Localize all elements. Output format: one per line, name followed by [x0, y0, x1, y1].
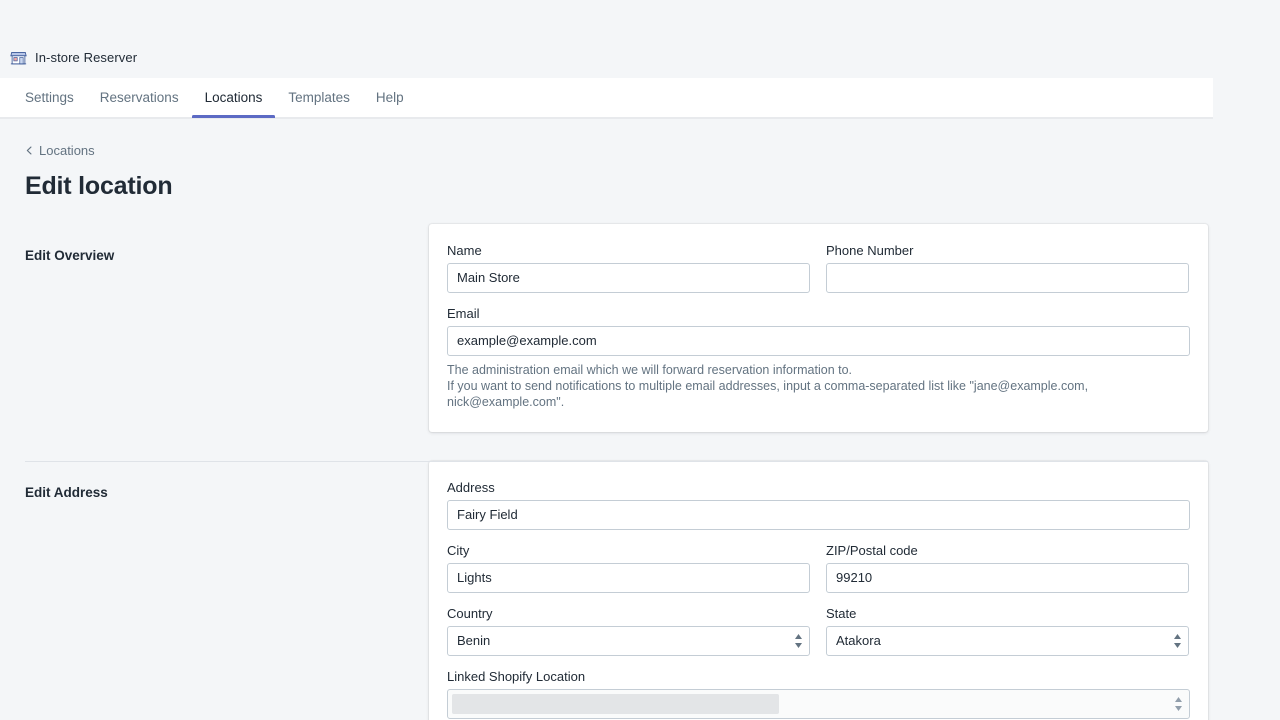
tab-label: Templates	[288, 90, 350, 105]
city-label: City	[447, 542, 470, 558]
country-select[interactable]: Benin	[447, 625, 810, 656]
field-city: City	[447, 543, 810, 593]
app-identity: In-store Reserver	[10, 49, 137, 66]
tab-label: Help	[375, 90, 404, 105]
overview-card: Name Phone Number Email The administrati…	[429, 223, 1208, 432]
address-row-1: Address	[447, 480, 1190, 530]
page-body: Locations Edit location Edit Overview Na…	[0, 118, 1280, 720]
tab-reservations[interactable]: Reservations	[87, 78, 192, 117]
section-edit-address: Edit Address Address City ZIP/Postal cod…	[0, 460, 1280, 720]
country-label: Country	[447, 605, 493, 621]
field-name: Name	[447, 243, 810, 293]
zip-input[interactable]	[826, 562, 1189, 593]
linked-shopify-location-label: Linked Shopify Location	[447, 668, 586, 684]
tab-templates[interactable]: Templates	[275, 78, 363, 117]
country-select-wrap: Benin	[447, 625, 810, 656]
section-title-address: Edit Address	[25, 484, 108, 500]
tab-help[interactable]: Help	[363, 78, 417, 117]
section-edit-overview: Edit Overview Name Phone Number Email Th…	[0, 223, 1280, 432]
field-state: State Atakora	[826, 606, 1189, 656]
linked-shopify-location-select[interactable]	[447, 688, 1190, 719]
overview-row-2: Email The administration email which we …	[447, 306, 1190, 410]
address-row-3: Country Benin State Atakora	[447, 606, 1190, 656]
address-row-4: Linked Shopify Location	[447, 669, 1190, 719]
field-email: Email The administration email which we …	[447, 306, 1190, 410]
phone-number-label: Phone Number	[826, 242, 914, 258]
field-country: Country Benin	[447, 606, 810, 656]
email-help-line-2: If you want to send notifications to mul…	[447, 378, 1089, 409]
linked-shopify-location-select-wrap	[447, 688, 1190, 719]
breadcrumb-label: Locations	[39, 142, 95, 158]
page-title: Edit location	[25, 171, 173, 200]
field-linked-shopify-location: Linked Shopify Location	[447, 669, 1190, 719]
email-label: Email	[447, 305, 480, 321]
breadcrumb[interactable]: Locations	[25, 143, 95, 159]
phone-number-input[interactable]	[826, 262, 1189, 293]
state-select-wrap: Atakora	[826, 625, 1189, 656]
chevron-left-icon	[25, 146, 34, 155]
name-input[interactable]	[447, 262, 810, 293]
tab-list: Settings Reservations Locations Template…	[0, 78, 1213, 118]
section-title-overview: Edit Overview	[25, 247, 115, 263]
tab-locations[interactable]: Locations	[191, 78, 276, 118]
tab-label: Locations	[204, 90, 263, 105]
field-phone-number: Phone Number	[826, 243, 1189, 293]
email-input[interactable]	[447, 325, 1190, 356]
email-help-text: The administration email which we will f…	[447, 362, 1190, 410]
field-address: Address	[447, 480, 1190, 530]
page-header: Locations Edit location	[0, 118, 1280, 200]
address-label: Address	[447, 479, 495, 495]
section-divider	[25, 460, 1208, 462]
storefront-icon	[10, 49, 27, 66]
city-input[interactable]	[447, 562, 810, 593]
primary-tab-bar: Settings Reservations Locations Template…	[0, 78, 1213, 118]
state-label: State	[826, 605, 857, 621]
app-title-bar: In-store Reserver	[0, 0, 1280, 78]
address-card: Address City ZIP/Postal code Country	[429, 460, 1208, 720]
address-row-2: City ZIP/Postal code	[447, 543, 1190, 593]
email-help-line-1: The administration email which we will f…	[447, 362, 853, 377]
tab-label: Reservations	[99, 90, 179, 105]
app-title-label: In-store Reserver	[35, 50, 138, 65]
name-label: Name	[447, 242, 482, 258]
zip-label: ZIP/Postal code	[826, 542, 918, 558]
tab-settings[interactable]: Settings	[12, 78, 87, 117]
tab-label: Settings	[25, 90, 74, 105]
overview-row-1: Name Phone Number	[447, 243, 1190, 293]
state-select[interactable]: Atakora	[826, 625, 1189, 656]
field-zip: ZIP/Postal code	[826, 543, 1189, 593]
address-input[interactable]	[447, 499, 1190, 530]
